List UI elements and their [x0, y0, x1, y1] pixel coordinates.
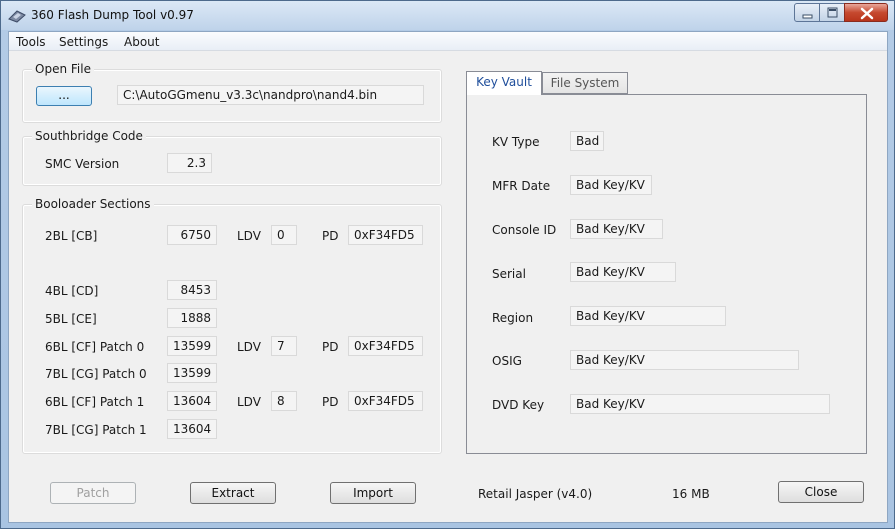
close-button[interactable]: Close — [778, 481, 864, 503]
tab-key-vault[interactable]: Key Vault — [466, 71, 542, 95]
southbridge-title: Southbridge Code — [32, 129, 146, 143]
cf0-pd-label: PD — [322, 340, 339, 354]
menu-about[interactable]: About — [124, 35, 159, 49]
osig-label: OSIG — [492, 354, 522, 368]
serial-label: Serial — [492, 267, 526, 281]
cb-pd-value: 0xF34FD5 — [348, 225, 423, 245]
caption-buttons — [794, 3, 888, 22]
tab-file-system[interactable]: File System — [542, 72, 628, 94]
cf0-label: 6BL [CF] Patch 0 — [45, 340, 145, 354]
cb-label: 2BL [CB] — [45, 229, 98, 243]
console-type-status: Retail Jasper (v4.0) — [478, 487, 593, 501]
ce-value: 1888 — [167, 308, 217, 328]
cb-ldv-value: 0 — [271, 225, 297, 245]
bootloader-title: Booloader Sections — [32, 197, 154, 211]
cf1-pd-value: 0xF34FD5 — [348, 391, 423, 411]
kv-type-label: KV Type — [492, 135, 540, 149]
flash-app-icon — [8, 9, 26, 23]
cf1-ldv-label: LDV — [237, 395, 261, 409]
cf0-ldv-value: 7 — [271, 336, 297, 356]
import-button[interactable]: Import — [330, 482, 416, 504]
cb-pd-label: PD — [322, 229, 339, 243]
console-id-label: Console ID — [492, 223, 557, 237]
console-id-value: Bad Key/KV — [570, 219, 663, 239]
osig-value: Bad Key/KV — [570, 350, 799, 370]
cb-value: 6750 — [167, 225, 217, 245]
ce-label: 5BL [CE] — [45, 312, 97, 326]
file-path-field[interactable]: C:\AutoGGmenu_v3.3c\nandpro\nand4.bin — [117, 85, 424, 105]
cb-ldv-label: LDV — [237, 229, 261, 243]
cg1-label: 7BL [CG] Patch 1 — [45, 423, 147, 437]
region-value: Bad Key/KV — [570, 306, 726, 326]
close-window-button[interactable] — [844, 3, 888, 22]
nand-size-status: 16 MB — [672, 487, 710, 501]
dvd-key-label: DVD Key — [492, 398, 545, 412]
smc-version-value: 2.3 — [167, 153, 212, 173]
region-label: Region — [492, 311, 534, 325]
cf1-pd-label: PD — [322, 395, 339, 409]
minimize-button[interactable] — [794, 3, 820, 22]
menu-settings[interactable]: Settings — [59, 35, 108, 49]
menu-bar: Tools Settings About — [9, 32, 887, 51]
minimize-icon — [802, 14, 813, 19]
extract-button[interactable]: Extract — [190, 482, 276, 504]
menu-tools[interactable]: Tools — [16, 35, 46, 49]
maximize-icon — [827, 7, 838, 18]
open-file-title: Open File — [32, 62, 94, 76]
browse-button[interactable]: ... — [36, 86, 92, 106]
dvd-key-value: Bad Key/KV — [570, 394, 830, 414]
maximize-button[interactable] — [819, 3, 845, 22]
cg0-value: 13599 — [167, 363, 217, 383]
patch-button[interactable]: Patch — [50, 482, 136, 504]
close-icon — [860, 7, 874, 20]
cd-value: 8453 — [167, 280, 217, 300]
cd-label: 4BL [CD] — [45, 284, 99, 298]
title-bar[interactable]: 360 Flash Dump Tool v0.97 — [1, 1, 894, 30]
window-title: 360 Flash Dump Tool v0.97 — [31, 8, 194, 22]
smc-version-label: SMC Version — [45, 157, 120, 171]
cg0-label: 7BL [CG] Patch 0 — [45, 367, 147, 381]
mfr-date-label: MFR Date — [492, 179, 551, 193]
cf0-value: 13599 — [167, 336, 217, 356]
mfr-date-value: Bad Key/KV — [570, 175, 652, 195]
cf0-pd-value: 0xF34FD5 — [348, 336, 423, 356]
cf1-label: 6BL [CF] Patch 1 — [45, 395, 145, 409]
cf1-value: 13604 — [167, 391, 217, 411]
cf0-ldv-label: LDV — [237, 340, 261, 354]
cf1-ldv-value: 8 — [271, 391, 297, 411]
app-window: 360 Flash Dump Tool v0.97 Tools Settings… — [0, 0, 895, 529]
cg1-value: 13604 — [167, 419, 217, 439]
client-area: Tools Settings About Open File ... C:\Au… — [8, 31, 888, 523]
kv-type-value: Bad — [570, 131, 604, 151]
serial-value: Bad Key/KV — [570, 262, 676, 282]
